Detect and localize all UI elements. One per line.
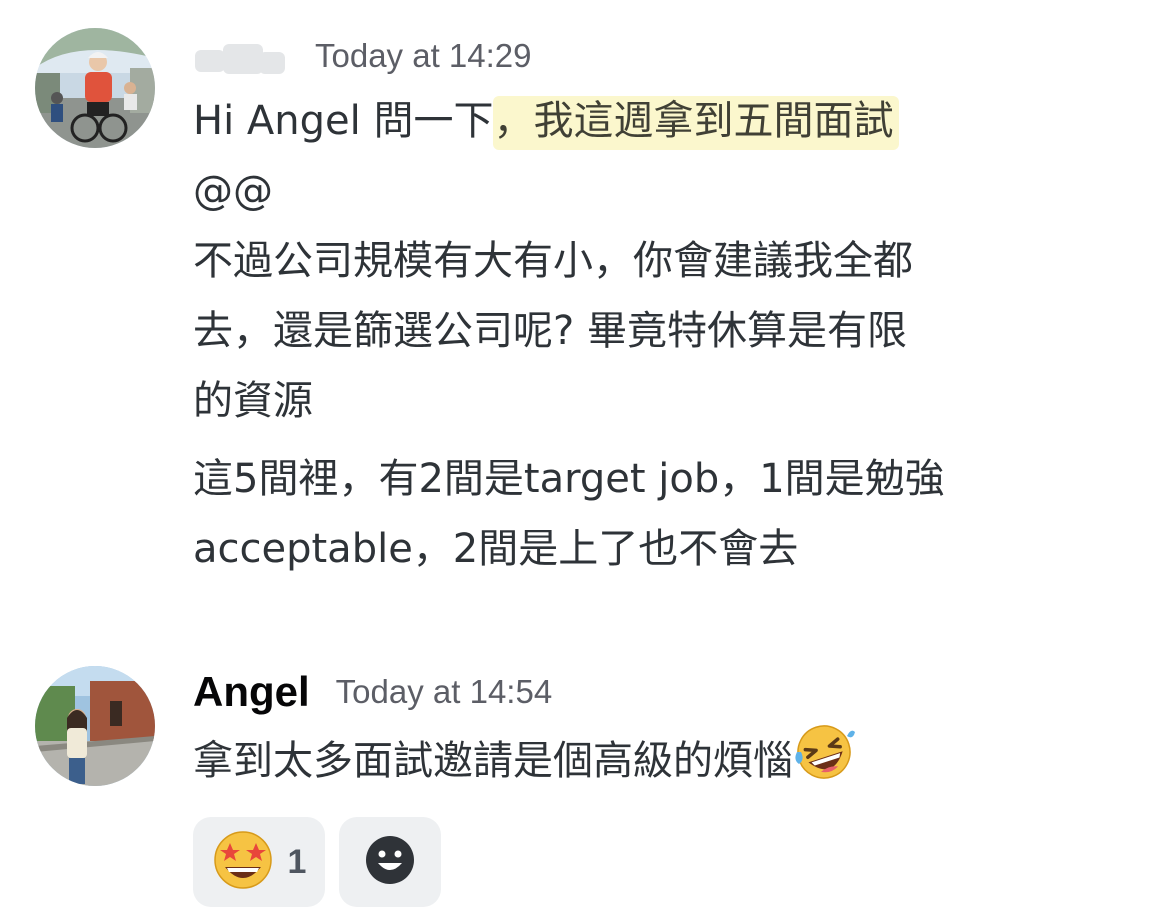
message-text-line: acceptable，2間是上了也不會去 [193, 526, 799, 572]
message-text-line: 拿到太多面試邀請是個高級的煩惱 [193, 722, 1150, 804]
message-text-line: 去，還是篩選公司呢? 畢竟特休算是有限 [193, 308, 907, 354]
add-reaction-icon [365, 835, 415, 889]
message-1-body: Hi Angel 問一下，我這週拿到五間面試 @@ 不過公司規模有大有小，你會建… [193, 86, 1150, 584]
username[interactable]: Angel [193, 668, 310, 716]
message-1-header: Today at 14:29 [193, 28, 1150, 84]
avatar-user-1[interactable] [35, 28, 155, 148]
message-2-header: Angel Today at 14:54 [193, 664, 1150, 720]
highlighted-text: ，我這週拿到五間面試 [493, 96, 900, 150]
rolling-on-floor-laughing-emoji [793, 722, 855, 804]
reaction-star-struck[interactable]: 1 [193, 817, 325, 907]
message-text-line: 不過公司規模有大有小，你會建議我全都 [193, 238, 913, 284]
woman-photo-avatar [35, 666, 155, 786]
reaction-count: 1 [287, 842, 307, 881]
username-obscured[interactable] [193, 36, 289, 76]
add-reaction-button[interactable] [339, 817, 441, 907]
timestamp: Today at 14:29 [315, 37, 532, 74]
star-struck-emoji [212, 829, 274, 895]
message-text-line: 這5間裡，有2間是target job，1間是勉強 [193, 456, 945, 502]
timestamp: Today at 14:54 [335, 673, 553, 710]
reactions-bar: 1 [193, 817, 441, 907]
avatar-angel[interactable] [35, 666, 155, 786]
cyclist-photo-avatar [35, 28, 155, 148]
message-text-line: Hi Angel 問一下，我這週拿到五間面試 [193, 86, 1150, 156]
message-text-line: @@ [193, 168, 273, 214]
message-text-line: 的資源 [193, 378, 313, 424]
